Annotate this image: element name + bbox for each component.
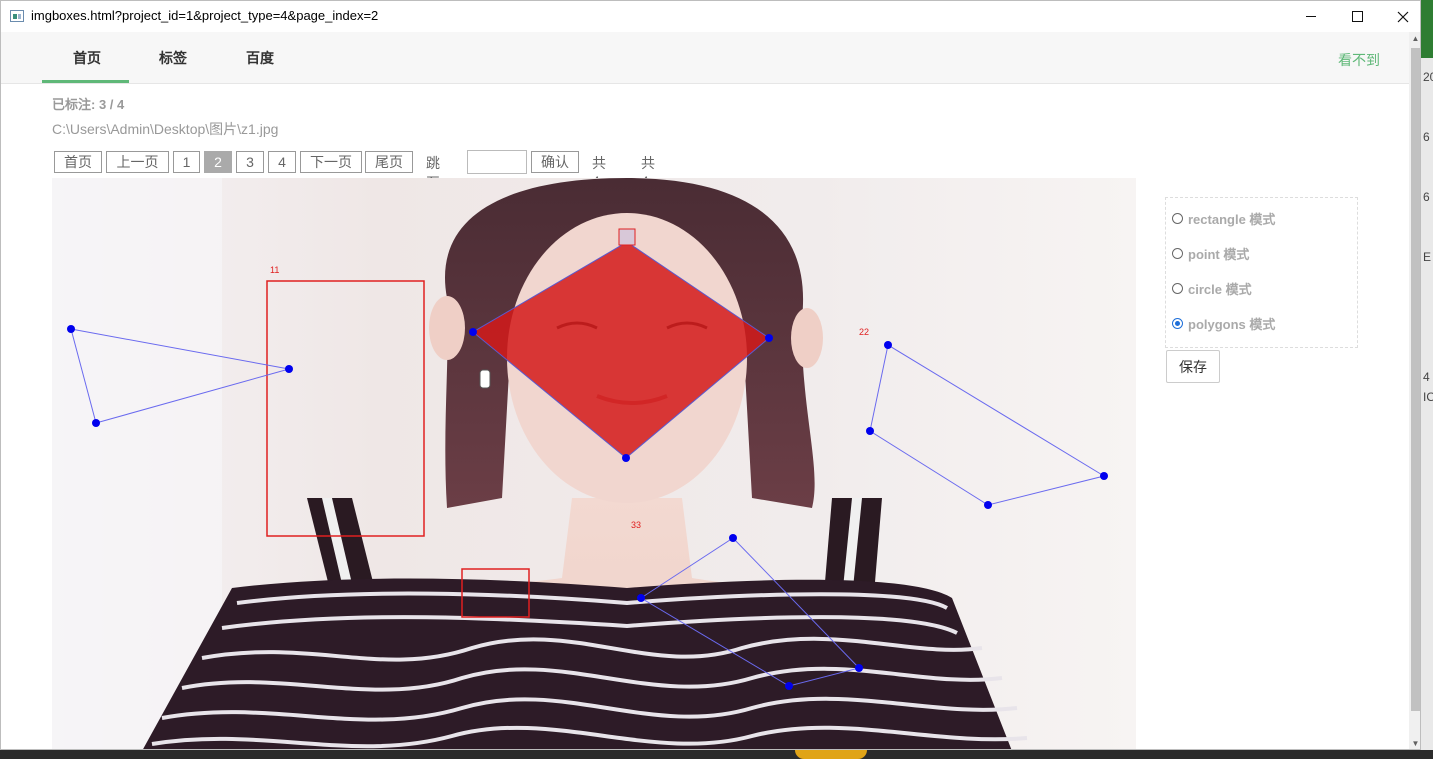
polygon-vertex (855, 664, 863, 672)
annotated-count: 已标注: 3 / 4 (52, 97, 125, 112)
mode-point-label: point 模式 (1188, 246, 1250, 262)
active-tab-indicator (42, 80, 129, 83)
tab-tags[interactable]: 标签 (159, 48, 187, 68)
background-text: 6 (1423, 130, 1430, 144)
mode-rectangle[interactable]: rectangle 模式 (1172, 208, 1275, 228)
right-nav-link[interactable]: 看不到 (1338, 50, 1380, 70)
mode-rectangle-label: rectangle 模式 (1188, 211, 1276, 227)
polygon-vertex (637, 594, 645, 602)
vertical-scrollbar[interactable]: ▲ ▼ (1409, 32, 1420, 749)
polygon-vertex (92, 419, 100, 427)
scroll-down-icon[interactable]: ▼ (1409, 737, 1420, 749)
file-path: C:\Users\Admin\Desktop\图片\z1.jpg (52, 121, 279, 137)
background-text: 20 (1423, 70, 1433, 84)
polygon-vertex (785, 682, 793, 690)
page-3-button[interactable]: 3 (236, 151, 264, 173)
minimize-icon[interactable] (1288, 1, 1334, 32)
prev-page-button[interactable]: 上一页 (106, 151, 169, 173)
page-4-button[interactable]: 4 (268, 151, 296, 173)
polygon-vertex (884, 341, 892, 349)
first-page-button[interactable]: 首页 (54, 151, 102, 173)
polygon-vertex (67, 325, 75, 333)
background-accent (1421, 0, 1433, 58)
page-2-button[interactable]: 2 (204, 151, 232, 173)
background-text: IO (1423, 390, 1433, 404)
mode-polygons-label: polygons 模式 (1188, 316, 1276, 332)
next-page-button[interactable]: 下一页 (300, 151, 362, 173)
maximize-icon[interactable] (1334, 1, 1380, 32)
polygon-vertex (765, 334, 773, 342)
photo-earring (479, 369, 491, 389)
radio-polygons[interactable] (1172, 317, 1183, 329)
mode-circle[interactable]: circle 模式 (1172, 278, 1252, 298)
page-content: 首页 标签 百度 看不到 已标注: 3 / 4 C:\Users\Admin\D… (1, 32, 1409, 749)
polygon-vertex (866, 427, 874, 435)
annotation-canvas[interactable]: 11 22 33 (52, 178, 1136, 749)
background-text: 4 (1423, 370, 1430, 384)
mode-point[interactable]: point 模式 (1172, 243, 1249, 263)
background-text: 6 (1423, 190, 1430, 204)
annotation-label-33: 33 (631, 520, 641, 530)
polygon-vertex (729, 534, 737, 542)
polygon-vertex (622, 454, 630, 462)
photo-ear (429, 296, 465, 360)
desktop-background-right: 20 6 6 E 4 IO (1421, 0, 1433, 759)
desktop-background-bottom (0, 750, 1433, 759)
app-icon (10, 10, 24, 22)
tab-baidu[interactable]: 百度 (246, 48, 274, 68)
window-title: imgboxes.html?project_id=1&project_type=… (31, 8, 379, 23)
photo-top (143, 578, 1012, 749)
background-text: E (1423, 250, 1432, 264)
close-icon[interactable] (1380, 1, 1420, 32)
photo-and-annotations: 11 22 33 (52, 178, 1136, 749)
annotation-handle (618, 228, 636, 246)
polygon-vertex (285, 365, 293, 373)
jump-input[interactable] (467, 150, 527, 174)
top-nav: 首页 标签 百度 看不到 (1, 32, 1409, 84)
scroll-up-icon[interactable]: ▲ (1409, 32, 1420, 46)
title-bar: imgboxes.html?project_id=1&project_type=… (1, 1, 1420, 32)
mode-polygons[interactable]: polygons 模式 (1172, 313, 1275, 333)
last-page-button[interactable]: 尾页 (365, 151, 413, 173)
mode-selector: rectangle 模式 point 模式 circle 模式 polygons… (1165, 197, 1358, 348)
tab-home[interactable]: 首页 (73, 48, 101, 68)
photo-ear (791, 308, 823, 368)
scrollbar-thumb[interactable] (1411, 48, 1420, 711)
confirm-button[interactable]: 确认 (531, 151, 579, 173)
radio-point[interactable] (1172, 247, 1183, 259)
radio-rectangle[interactable] (1172, 212, 1183, 224)
polygon-vertex (984, 501, 992, 509)
save-button[interactable]: 保存 (1166, 350, 1220, 383)
mode-circle-label: circle 模式 (1188, 281, 1252, 297)
radio-circle[interactable] (1172, 282, 1183, 294)
annotation-label-22: 22 (859, 327, 869, 337)
background-accent (795, 750, 867, 759)
polygon-vertex (469, 328, 477, 336)
annotation-label-11: 11 (270, 265, 279, 275)
browser-window: imgboxes.html?project_id=1&project_type=… (0, 0, 1421, 750)
page-1-button[interactable]: 1 (173, 151, 200, 173)
polygon-vertex (1100, 472, 1108, 480)
